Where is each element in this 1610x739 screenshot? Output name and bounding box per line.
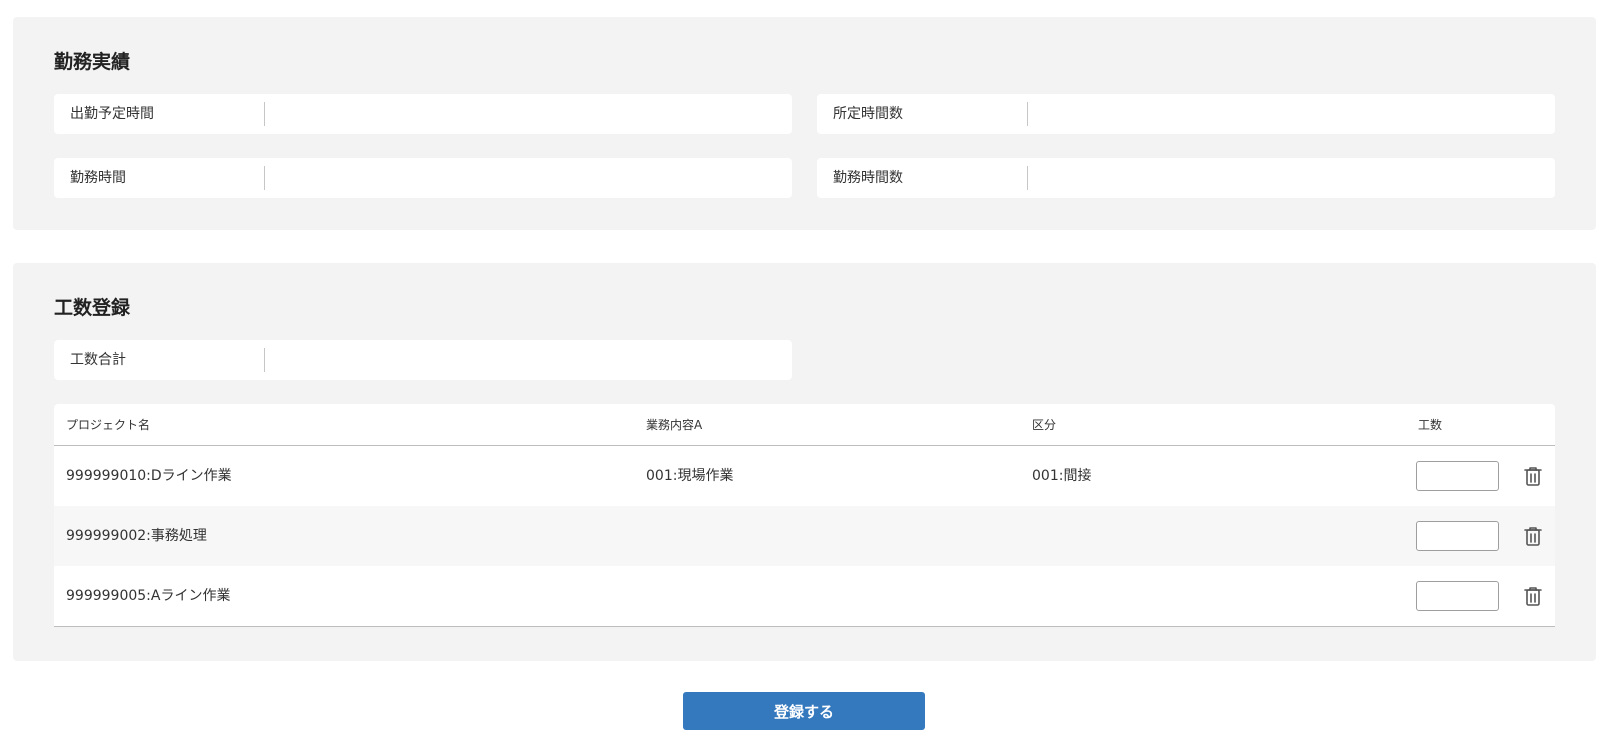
work-time-field: 勤務時間 [54, 158, 792, 198]
attendance-panel: 勤務実績 出勤予定時間 所定時間数 勤務時間 勤務時間数 [13, 17, 1596, 230]
scheduled-time-label: 出勤予定時間 [70, 106, 154, 122]
column-header-category: 区分 [1032, 418, 1057, 432]
project-cell: 999999005:Aライン作業 [66, 588, 231, 604]
attendance-title: 勤務実績 [54, 51, 131, 73]
column-header-project: プロジェクト名 [66, 418, 151, 432]
work-hours-field: 勤務時間数 [817, 158, 1555, 198]
trash-icon[interactable] [1521, 584, 1545, 608]
prescribed-hours-field: 所定時間数 [817, 94, 1555, 134]
submit-button[interactable]: 登録する [683, 692, 925, 730]
table-row: 999999005:Aライン作業 [54, 566, 1555, 626]
field-divider [264, 348, 265, 372]
work-hours-label: 勤務時間数 [833, 170, 903, 186]
manhour-title: 工数登録 [54, 297, 131, 319]
work-time-label: 勤務時間 [70, 170, 126, 186]
field-divider [264, 102, 265, 126]
prescribed-hours-label: 所定時間数 [833, 106, 903, 122]
hours-input[interactable] [1416, 581, 1499, 611]
project-cell: 999999010:Dライン作業 [66, 468, 232, 484]
trash-icon[interactable] [1521, 464, 1545, 488]
table-row: 999999002:事務処理 [54, 506, 1555, 566]
scheduled-time-field: 出勤予定時間 [54, 94, 792, 134]
field-divider [264, 166, 265, 190]
category-cell: 001:間接 [1032, 468, 1092, 484]
column-header-task: 業務内容A [646, 418, 703, 432]
trash-icon[interactable] [1521, 524, 1545, 548]
manhour-panel: 工数登録 工数合計 プロジェクト名 業務内容A 区分 工数 999999010:… [13, 263, 1596, 661]
manhour-table: プロジェクト名 業務内容A 区分 工数 999999010:Dライン作業 001… [54, 404, 1555, 627]
manhour-total-label: 工数合計 [70, 352, 126, 368]
table-header: プロジェクト名 業務内容A 区分 工数 [54, 404, 1555, 446]
field-divider [1027, 166, 1028, 190]
hours-input[interactable] [1416, 461, 1499, 491]
table-row: 999999010:Dライン作業 001:現場作業 001:間接 [54, 446, 1555, 506]
field-divider [1027, 102, 1028, 126]
manhour-total-field: 工数合計 [54, 340, 792, 380]
hours-input[interactable] [1416, 521, 1499, 551]
task-cell: 001:現場作業 [646, 468, 734, 484]
project-cell: 999999002:事務処理 [66, 528, 207, 544]
column-header-hours: 工数 [1418, 418, 1443, 432]
